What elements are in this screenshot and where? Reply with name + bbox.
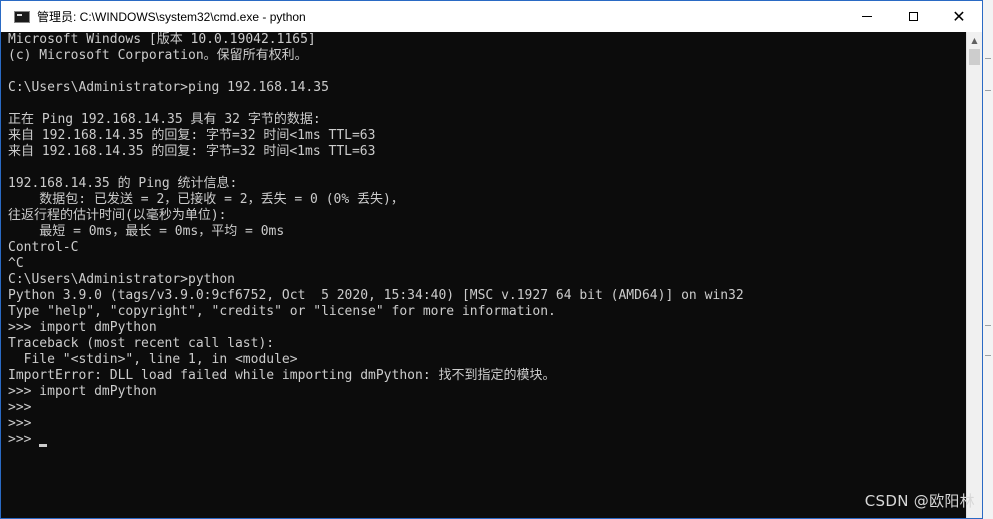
background-window-edge <box>983 0 993 519</box>
minimize-button[interactable] <box>844 1 890 32</box>
console-line: File "<stdin>", line 1, in <module> <box>8 352 298 367</box>
maximize-button[interactable] <box>890 1 936 32</box>
console-line: 来自 192.168.14.35 的回复: 字节=32 时间<1ms TTL=6… <box>8 128 376 143</box>
console-line: Traceback (most recent call last): <box>8 336 275 351</box>
maximize-icon <box>908 12 918 21</box>
console-line: Control-C <box>8 240 79 255</box>
title-bar[interactable]: 管理员: C:\WINDOWS\system32\cmd.exe - pytho… <box>1 1 982 32</box>
console-line: >>> import dmPython <box>8 320 157 335</box>
console-line: ImportError: DLL load failed while impor… <box>8 368 556 383</box>
console-line: Python 3.9.0 (tags/v3.9.0:9cf6752, Oct 5… <box>8 288 744 303</box>
window-title: 管理员: C:\WINDOWS\system32\cmd.exe - pytho… <box>37 10 306 24</box>
edge-mark <box>985 58 991 59</box>
console-line: C:\Users\Administrator>ping 192.168.14.3… <box>8 80 329 95</box>
console-line: >>> <box>8 432 744 448</box>
console-line: Type "help", "copyright", "credits" or "… <box>8 304 556 319</box>
console-line: Microsoft Windows [版本 10.0.19042.1165] <box>8 32 316 47</box>
console-text: Microsoft Windows [版本 10.0.19042.1165] (c… <box>8 32 744 448</box>
console-line: >>> import dmPython <box>8 384 157 399</box>
minimize-icon <box>862 16 872 17</box>
console-line: >>> <box>8 416 32 431</box>
cmd-window: 管理员: C:\WINDOWS\system32\cmd.exe - pytho… <box>0 0 983 519</box>
console-line: ^C <box>8 256 24 271</box>
console-line: >>> <box>8 400 32 415</box>
console-line: 来自 192.168.14.35 的回复: 字节=32 时间<1ms TTL=6… <box>8 144 376 159</box>
console-line: 192.168.14.35 的 Ping 统计信息: <box>8 176 238 191</box>
cmd-app-icon[interactable] <box>14 10 30 23</box>
console-line: 正在 Ping 192.168.14.35 具有 32 字节的数据: <box>8 112 321 127</box>
text-cursor <box>39 444 48 447</box>
console-output[interactable]: Microsoft Windows [版本 10.0.19042.1165] (c… <box>1 32 967 518</box>
edge-mark <box>985 90 991 91</box>
window-controls: ✕ <box>844 1 982 32</box>
scroll-up-arrow-icon[interactable]: ▲ <box>967 32 982 48</box>
console-line: (c) Microsoft Corporation。保留所有权利。 <box>8 48 308 63</box>
console-line: 最短 = 0ms，最长 = 0ms，平均 = 0ms <box>8 224 285 239</box>
console-line: 往返行程的估计时间(以毫秒为单位): <box>8 208 227 223</box>
vertical-scrollbar[interactable]: ▲ <box>966 32 982 518</box>
console-line: C:\Users\Administrator>python <box>8 272 235 287</box>
csdn-watermark: CSDN @欧阳林 <box>864 492 975 510</box>
scroll-thumb[interactable] <box>969 49 980 65</box>
console-line: 数据包: 已发送 = 2，已接收 = 2，丢失 = 0 (0% 丢失)， <box>8 192 404 207</box>
close-button[interactable]: ✕ <box>936 1 982 32</box>
edge-mark <box>985 325 991 326</box>
close-icon: ✕ <box>952 7 966 26</box>
edge-mark <box>985 355 991 356</box>
